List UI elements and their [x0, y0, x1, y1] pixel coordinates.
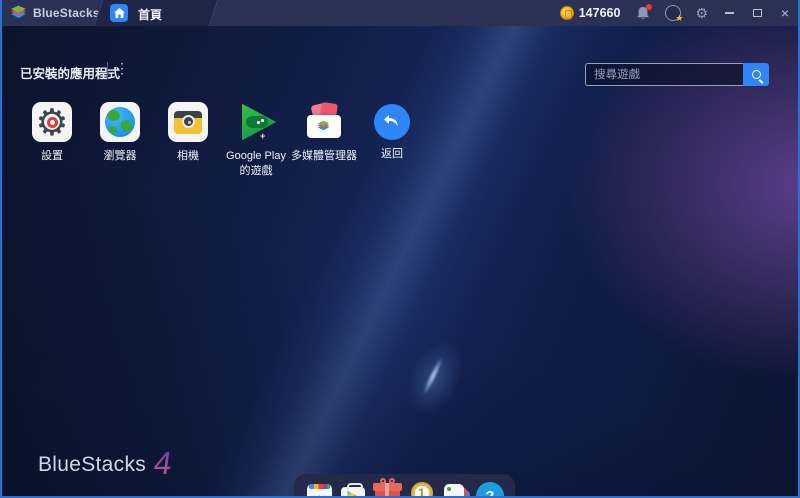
- minimize-button[interactable]: [722, 6, 736, 20]
- bluestacks-mini-logo-icon: [317, 120, 330, 133]
- notification-dot: [646, 4, 652, 10]
- play-games-app-icon: +: [236, 102, 276, 142]
- settings-app-icon: ⚙: [32, 102, 72, 142]
- coin-icon: [560, 6, 574, 20]
- gamepad-icon: +: [246, 116, 268, 128]
- gamepad-dots: [257, 119, 265, 125]
- rewards-icon[interactable]: ★: [665, 5, 681, 21]
- play-store-icon: [341, 487, 365, 497]
- app-media-manager[interactable]: 多媒體管理器: [290, 102, 358, 179]
- stacked-cards-icon: ..: [444, 484, 464, 496]
- tab-label: 首頁: [138, 6, 162, 23]
- bluestacks-window: BlueStacks 首頁 147660 ★ ⚙ ×: [0, 0, 800, 498]
- apk-installer-icon: ↓: [307, 484, 332, 496]
- level-badge-icon: 1: [408, 481, 436, 496]
- app-label: 瀏覽器: [104, 149, 137, 164]
- bluestacks-4-wordmark: BlueStacks 4: [38, 450, 172, 477]
- green-dot: [447, 487, 451, 491]
- download-arrow-icon: ↓: [307, 491, 332, 496]
- notifications-bell-icon[interactable]: [636, 6, 650, 21]
- star-icon: ★: [675, 14, 683, 23]
- search-input[interactable]: [585, 63, 743, 86]
- app-label: 返回: [381, 147, 403, 162]
- back-icon: [374, 104, 410, 140]
- tab-home[interactable]: 首頁: [98, 0, 214, 26]
- help-icon: ?: [476, 482, 504, 496]
- gamepad-plus: +: [260, 133, 266, 139]
- titlebar-right-cluster: 147660 ★ ⚙ ×: [560, 0, 792, 26]
- search-bar: [585, 63, 769, 86]
- app-google-play-games[interactable]: + Google Play的遊戲: [222, 102, 290, 179]
- gift-bow-right: [389, 478, 395, 484]
- app-label: 相機: [177, 149, 199, 164]
- maximize-button[interactable]: [750, 6, 764, 20]
- search-icon: [752, 70, 761, 79]
- home-icon: [110, 4, 128, 22]
- dock: ↓ 1: [294, 474, 515, 496]
- app-browser[interactable]: 瀏覽器: [86, 102, 154, 179]
- minimize-icon: [725, 12, 734, 14]
- dock-item-gift[interactable]: [372, 480, 402, 496]
- bluestacks-logo-icon: [10, 5, 27, 21]
- media-manager-app-icon: [304, 102, 344, 142]
- dock-item-app-center[interactable]: ..: [441, 480, 471, 496]
- gift-bow-left: [380, 478, 386, 484]
- app-back[interactable]: 返回: [358, 102, 426, 179]
- brand-name: BlueStacks: [38, 453, 146, 477]
- app-label: 設置: [41, 149, 63, 164]
- play-store-triangle: [346, 491, 360, 497]
- confetti-strip: [309, 484, 330, 489]
- app-grid: ⚙ 設置 瀏覽器 相機: [18, 102, 426, 179]
- badge-number: 1: [411, 482, 433, 496]
- app-camera[interactable]: 相機: [154, 102, 222, 179]
- camera-lens-icon: [182, 115, 195, 128]
- installed-apps-heading: 已安裝的應用程式: [20, 63, 120, 82]
- kebab-menu-icon[interactable]: ⋮: [115, 60, 129, 77]
- globe-icon: [105, 107, 135, 137]
- gift-box-icon: [375, 487, 400, 496]
- app-title: BlueStacks: [33, 6, 100, 20]
- app-settings[interactable]: ⚙ 設置: [18, 102, 86, 179]
- coin-count: 147660: [579, 6, 621, 20]
- dock-item-play-store[interactable]: [338, 480, 368, 496]
- maximize-icon: [753, 9, 762, 17]
- gear-center: [47, 117, 58, 128]
- search-button[interactable]: [743, 63, 769, 86]
- browser-app-icon: [100, 102, 140, 142]
- app-label: 多媒體管理器: [291, 149, 357, 164]
- desktop-area: 已安裝的應用程式 ⋮ ⚙ 設置: [2, 26, 798, 496]
- app-label: Google Play的遊戲: [222, 149, 290, 179]
- close-button[interactable]: ×: [778, 6, 792, 20]
- settings-gear-icon[interactable]: ⚙: [695, 6, 708, 20]
- dock-item-help[interactable]: ?: [475, 480, 505, 496]
- toolbar-divider: [107, 62, 108, 78]
- brand-version: 4: [152, 450, 174, 477]
- dock-item-level-badge[interactable]: 1: [407, 480, 437, 496]
- dock-item-app-installer[interactable]: ↓: [304, 480, 334, 496]
- camera-app-icon: [168, 102, 208, 142]
- title-bar: BlueStacks 首頁 147660 ★ ⚙ ×: [2, 0, 798, 26]
